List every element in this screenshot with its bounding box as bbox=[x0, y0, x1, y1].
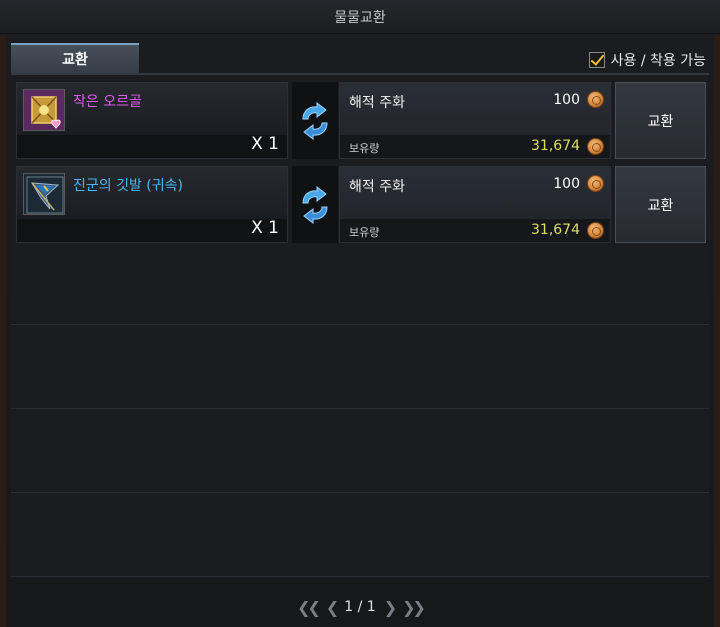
reward-quantity: X 1 bbox=[251, 134, 279, 154]
list-divider bbox=[11, 492, 709, 493]
exchange-button-label: 교환 bbox=[647, 197, 674, 214]
exchange-row: 작은 오르골 X 1 해적 주화 100 보유량 31,674 교환 bbox=[16, 82, 706, 162]
coin-icon bbox=[587, 175, 604, 192]
coin-icon bbox=[587, 91, 604, 108]
usable-filter-label: 사용 / 착용 가능 bbox=[610, 53, 706, 69]
list-divider bbox=[11, 576, 709, 577]
coin-icon bbox=[587, 138, 604, 155]
cost-value: 100 bbox=[553, 176, 580, 192]
reward-item[interactable]: 진군의 깃발 (귀속) X 1 bbox=[16, 166, 288, 243]
page-indicator: 1 / 1 bbox=[344, 599, 376, 615]
usable-filter-checkbox[interactable] bbox=[588, 52, 605, 68]
window-titlebar[interactable]: 물물교환 bbox=[0, 0, 720, 34]
swap-icon bbox=[292, 82, 338, 159]
pagination: ❮❮ ❮ 1 / 1 ❯ ❯❯ bbox=[0, 592, 720, 622]
list-divider bbox=[11, 324, 709, 325]
reward-quantity: X 1 bbox=[251, 218, 279, 238]
exchange-row: 진군의 깃발 (귀속) X 1 해적 주화 100 보유량 31,674 교환 bbox=[16, 166, 706, 246]
exchange-list: 작은 오르골 X 1 해적 주화 100 보유량 31,674 교환 진군의 깃… bbox=[11, 78, 709, 578]
held-label: 보유량 bbox=[349, 226, 380, 239]
flag-icon[interactable] bbox=[23, 173, 65, 215]
cost-panel: 해적 주화 100 보유량 31,674 bbox=[339, 82, 611, 159]
cost-currency-name: 해적 주화 bbox=[349, 179, 405, 195]
reward-item-name: 작은 오르골 bbox=[73, 94, 142, 110]
coin-icon bbox=[587, 222, 604, 239]
music-box-icon[interactable] bbox=[23, 89, 65, 131]
cost-currency-name: 해적 주화 bbox=[349, 95, 405, 111]
window-title: 물물교환 bbox=[334, 9, 386, 26]
first-page-icon[interactable]: ❮❮ bbox=[297, 598, 321, 617]
tab-exchange[interactable]: 교환 bbox=[11, 43, 139, 73]
cost-panel: 해적 주화 100 보유량 31,674 bbox=[339, 166, 611, 243]
reward-item[interactable]: 작은 오르골 X 1 bbox=[16, 82, 288, 159]
prev-page-icon[interactable]: ❮ bbox=[326, 598, 340, 617]
tab-label: 교환 bbox=[62, 52, 88, 68]
cost-value: 100 bbox=[553, 92, 580, 108]
next-page-icon[interactable]: ❯ bbox=[384, 598, 398, 617]
list-divider bbox=[11, 408, 709, 409]
usable-filter[interactable]: 사용 / 착용 가능 bbox=[588, 50, 706, 70]
held-value: 31,674 bbox=[531, 222, 580, 238]
tab-divider bbox=[11, 73, 709, 75]
last-page-icon[interactable]: ❯❯ bbox=[402, 598, 426, 617]
exchange-button[interactable]: 교환 bbox=[615, 166, 706, 243]
exchange-button-label: 교환 bbox=[647, 113, 674, 130]
reward-item-name: 진군의 깃발 (귀속) bbox=[73, 178, 183, 194]
held-value: 31,674 bbox=[531, 138, 580, 154]
exchange-button[interactable]: 교환 bbox=[615, 82, 706, 159]
held-label: 보유량 bbox=[349, 142, 380, 155]
swap-icon bbox=[292, 166, 338, 243]
